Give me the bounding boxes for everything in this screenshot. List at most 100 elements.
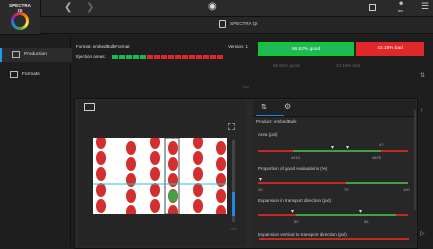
metrics-scrollbar[interactable]: [414, 110, 416, 210]
pill-shape: [150, 151, 160, 165]
user-label: am: [398, 9, 403, 13]
good-percentage-bar: 56.82% good: [258, 42, 354, 56]
expand-icon[interactable]: [228, 123, 235, 130]
pill-shape: [126, 157, 136, 171]
ejection-area-cell: [196, 55, 202, 59]
forward-arrow-icon[interactable]: ❯: [86, 2, 94, 13]
pill-shape: [96, 199, 106, 213]
menu-icon[interactable]: ☰: [421, 1, 429, 12]
ejection-label: Ejection areas:: [76, 54, 106, 59]
more-options-icon[interactable]: ⋯: [243, 84, 249, 91]
pill-shape: [216, 173, 226, 187]
pill-shape: [96, 167, 106, 181]
metric-good-bar: [258, 178, 408, 192]
pill-shape: [216, 141, 226, 155]
sidebar-item-formats[interactable]: Formats: [0, 68, 70, 82]
pill-shape: [168, 141, 178, 155]
logo-ring-icon: [11, 12, 29, 30]
bad-percentage-label: 43.18% bad: [377, 46, 403, 51]
metric-good-max: 100: [403, 187, 410, 192]
pill-shape: [193, 183, 203, 197]
pill-shape: [193, 167, 203, 181]
ejection-area-cell: [217, 55, 223, 59]
format-label: Format: embedBulkFormat: [76, 44, 130, 49]
metric-transport-label: Expansion in transport direction (pxl): [258, 198, 332, 203]
metric-good-mid: 70: [344, 187, 349, 192]
metric-vertical-bar: [259, 238, 409, 240]
pill-shape: [150, 199, 160, 213]
ejection-area-cell: [112, 55, 118, 59]
image-more-icon[interactable]: ⋯: [231, 226, 237, 233]
ejection-area-cell: [182, 55, 188, 59]
right-edge-play-icon[interactable]: ▷: [420, 230, 425, 237]
pill-shape: [126, 189, 136, 203]
ejection-area-cell: [168, 55, 174, 59]
back-arrow-icon[interactable]: ❮: [64, 2, 72, 13]
good-secondary-label: 56.82% good: [273, 63, 300, 68]
pill-shape: [216, 157, 226, 171]
pill-shape: [168, 205, 178, 214]
active-tab-indicator: [256, 115, 284, 116]
metric-good-label: Proportion of good evaluations (%): [258, 166, 328, 171]
metric-vertical-label: Expansion vertical to transport directio…: [258, 232, 347, 237]
metric-transport-max: 56: [364, 219, 369, 224]
metric-area-svg: [258, 146, 408, 152]
ejection-area-cell: [189, 55, 195, 59]
ejection-area-cell: [210, 55, 216, 59]
monitor-icon[interactable]: [84, 103, 95, 111]
document-icon[interactable]: [369, 4, 376, 11]
metric-area-top: 4?: [379, 142, 384, 147]
ejection-area-cell: [126, 55, 132, 59]
metric-area-max: 4875: [372, 155, 381, 160]
bad-percentage-bar: 43.18% bad: [356, 42, 424, 56]
pill-shape: [96, 183, 106, 197]
metric-transport-svg: [258, 210, 408, 216]
good-percentage-label: 56.82% good: [291, 47, 321, 52]
sidebar-item-label: Production: [24, 52, 47, 57]
ejection-area-cell: [147, 55, 153, 59]
pill-shape: [193, 138, 203, 149]
detected-pill-highlight: [168, 190, 178, 202]
gear-icon[interactable]: ⚙: [284, 102, 291, 111]
pill-shape: [216, 205, 226, 214]
camera-image: [93, 138, 227, 214]
pill-shape: [168, 157, 178, 171]
metric-transport-min: 52: [294, 219, 299, 224]
user-icon[interactable]: ☻: [398, 1, 404, 7]
metric-area-label: Area (pxl): [258, 132, 278, 137]
app-title-icon: [219, 20, 226, 28]
sidebar: Production Formats: [0, 35, 72, 247]
metric-transport-bar: [258, 210, 408, 224]
pill-shape: [216, 189, 226, 203]
image-scrollbar-thumb[interactable]: [232, 192, 235, 216]
pill-shape: [126, 205, 136, 214]
ejection-area-cell: [175, 55, 181, 59]
ejection-area-cell: [140, 55, 146, 59]
pill-shape: [168, 173, 178, 187]
ejection-area-cell: [203, 55, 209, 59]
ejection-area-cell: [161, 55, 167, 59]
metric-good-min: 25: [258, 187, 263, 192]
pill-shape: [96, 138, 106, 149]
sort-icon[interactable]: ⇅: [261, 103, 267, 111]
pill-shape: [150, 167, 160, 181]
ejection-area-cell: [119, 55, 125, 59]
app-title: SPECTRA QI: [230, 21, 258, 26]
ejection-area-cell: [154, 55, 160, 59]
chart-icon: [12, 51, 20, 58]
eye-icon[interactable]: ◉: [208, 1, 217, 12]
formats-icon: [10, 71, 18, 78]
product-title: Product: embedBulk: [256, 119, 297, 124]
pill-shape: [150, 138, 160, 149]
right-edge-icon[interactable]: ⇅: [420, 72, 425, 79]
pill-shape: [126, 141, 136, 155]
sidebar-item-production[interactable]: Production: [0, 48, 72, 62]
app-logo: SPECTRA QI: [0, 0, 41, 35]
pill-shape: [193, 199, 203, 213]
right-edge-upload-icon[interactable]: ↑: [420, 108, 423, 114]
camera-image-drawing: [93, 138, 227, 214]
ejection-areas: [112, 55, 232, 60]
metric-good-svg: [258, 178, 408, 184]
sidebar-item-label: Formats: [22, 72, 40, 77]
pill-shape: [126, 173, 136, 187]
